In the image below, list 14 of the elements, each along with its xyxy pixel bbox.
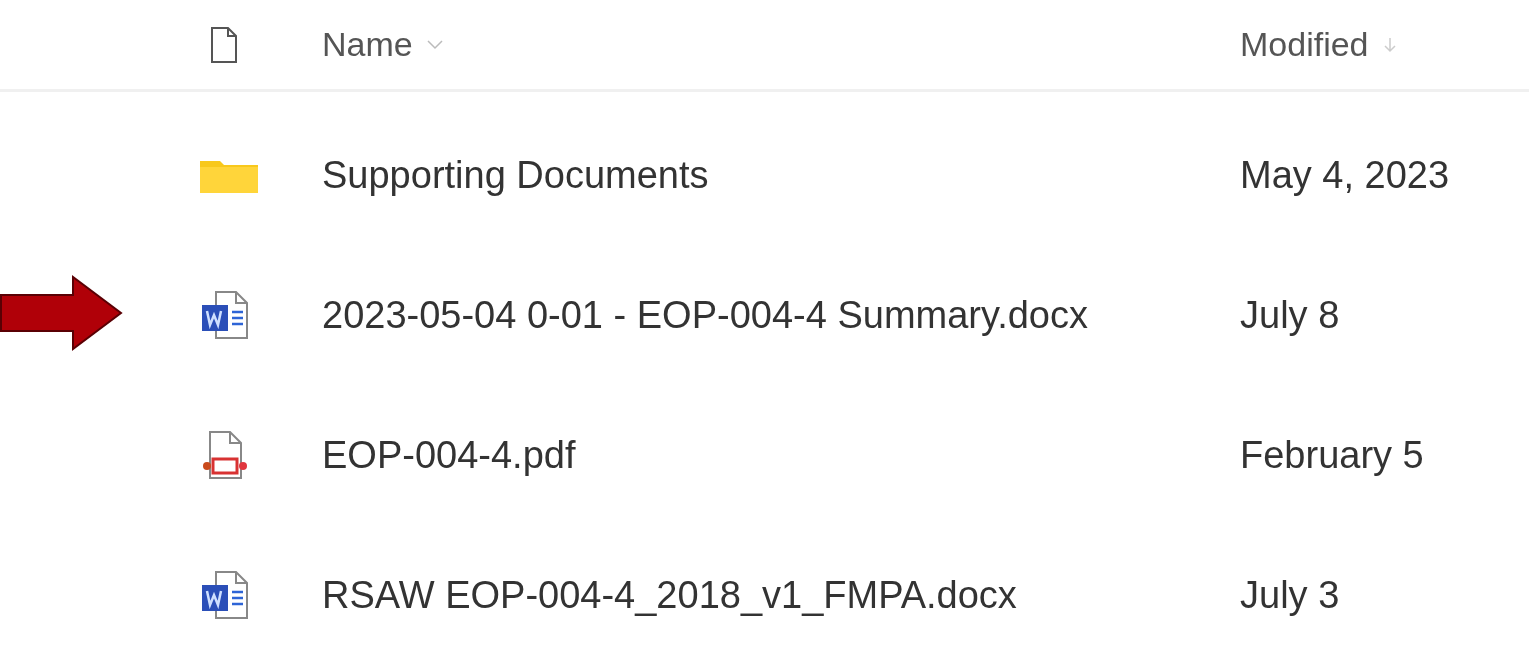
file-name[interactable]: 2023-05-04 0-01 - EOP-004-4 Summary.docx: [322, 293, 1240, 337]
column-header[interactable]: Modified: [1240, 25, 1369, 64]
modified-date: July 8: [1240, 293, 1341, 337]
file-name[interactable]: RSAW EOP-004-4_2018_v1_FMPA.docx: [322, 573, 1240, 617]
arrow-down-icon: [1382, 36, 1397, 53]
arrow-pointer-icon: [0, 275, 124, 351]
modified-date: May 4, 2023: [1240, 153, 1451, 197]
file-name[interactable]: EOP-004-4.pdf: [322, 433, 1240, 477]
file-name[interactable]: Supporting Documents: [322, 153, 1240, 197]
modified-date: July 3: [1240, 573, 1341, 617]
modified-date: February 5: [1240, 433, 1425, 477]
chevron-down-icon: [426, 39, 443, 50]
document-icon: [210, 25, 238, 64]
column-header[interactable]: Name: [322, 25, 413, 64]
